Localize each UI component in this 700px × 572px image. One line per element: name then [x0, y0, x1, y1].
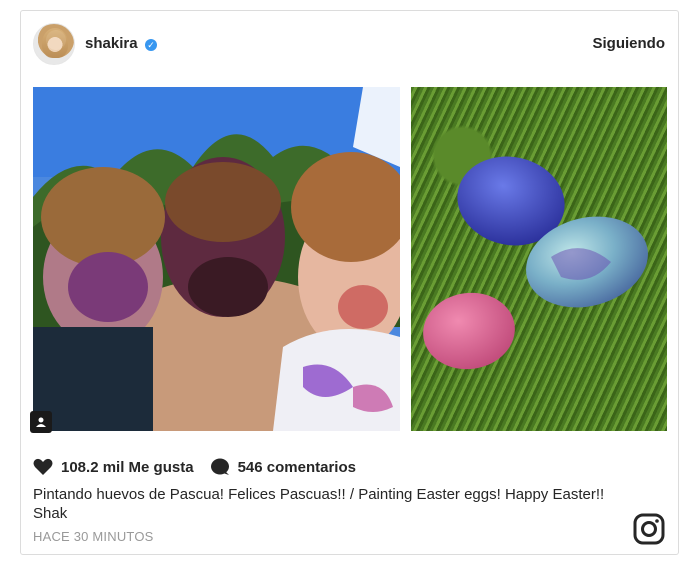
- user-tag-icon[interactable]: [30, 411, 52, 433]
- post-header: shakira ✓ Siguiendo: [21, 11, 678, 75]
- family-photo-illustration: [33, 87, 400, 431]
- like-count[interactable]: 108.2 mil Me gusta: [61, 459, 194, 476]
- instagram-embed-card: shakira ✓ Siguiendo 108.2 mil Me gusta 5…: [20, 10, 679, 555]
- post-actions: 108.2 mil Me gusta 546 comentarios: [33, 456, 356, 478]
- username[interactable]: shakira: [85, 35, 138, 52]
- post-caption: Pintando huevos de Pascua! Felices Pascu…: [33, 486, 605, 522]
- instagram-logo-icon[interactable]: [633, 513, 665, 545]
- avatar[interactable]: [33, 23, 75, 65]
- follow-status-button[interactable]: Siguiendo: [593, 35, 666, 52]
- post-photo-eggs[interactable]: [411, 87, 667, 431]
- verified-badge-icon: ✓: [145, 39, 157, 51]
- post-photo-family[interactable]: [33, 87, 400, 431]
- comment-count[interactable]: 546 comentarios: [238, 459, 356, 476]
- post-timestamp[interactable]: HACE 30 MINUTOS: [33, 529, 154, 544]
- comment-bubble-icon[interactable]: [210, 458, 230, 476]
- heart-icon[interactable]: [33, 458, 53, 476]
- easter-eggs-illustration: [423, 156, 648, 370]
